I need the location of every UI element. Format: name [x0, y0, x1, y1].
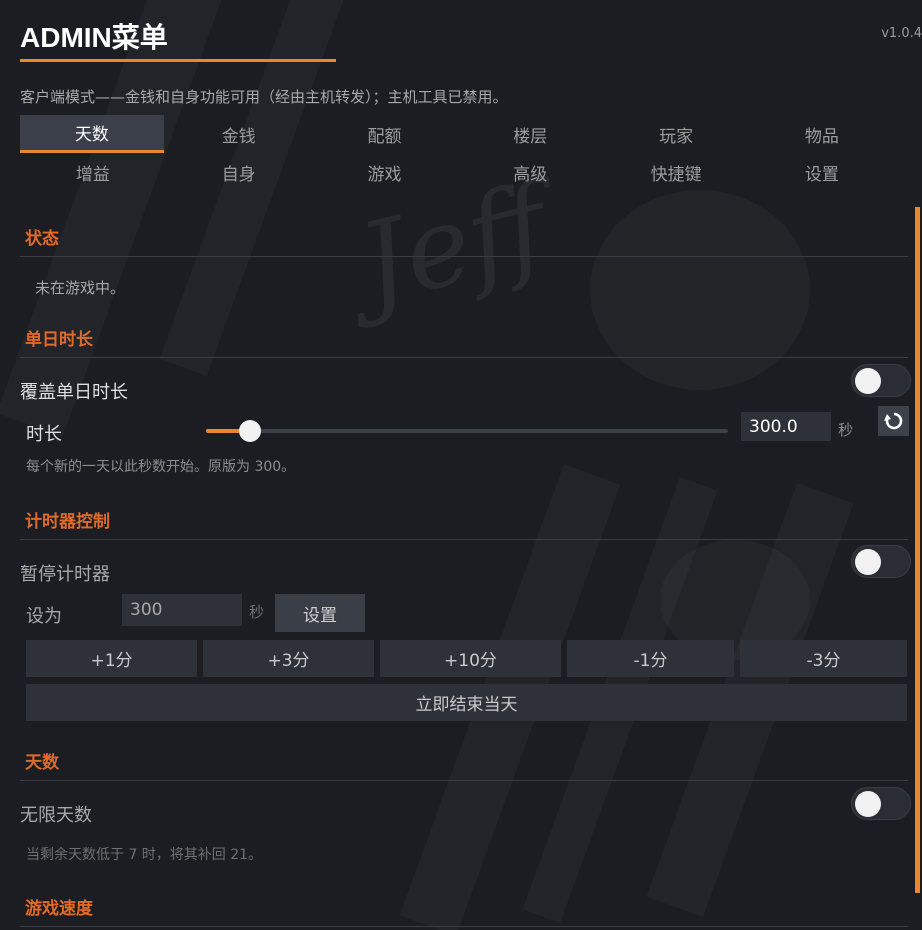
- set-timer-button[interactable]: 设置: [275, 594, 365, 632]
- override-day-length-label: 覆盖单日时长: [20, 382, 128, 403]
- end-day-now-button[interactable]: 立即结束当天: [26, 684, 907, 721]
- refresh-icon: [883, 412, 902, 430]
- divider: [20, 539, 908, 540]
- set-timer-field[interactable]: 300: [122, 594, 242, 626]
- divider: [20, 357, 908, 358]
- tab-game[interactable]: 游戏: [312, 153, 458, 191]
- section-game-speed-heading: 游戏速度: [25, 899, 93, 919]
- tab-self[interactable]: 自身: [166, 153, 312, 191]
- infinite-days-toggle[interactable]: [851, 787, 911, 820]
- tab-buffs[interactable]: 增益: [20, 153, 166, 191]
- duration-label: 时长: [26, 424, 62, 445]
- toggle-knob: [855, 791, 881, 817]
- day-length-hint: 每个新的一天以此秒数开始。原版为 300。: [26, 459, 296, 475]
- add-3-minutes-button[interactable]: +3分: [203, 640, 374, 677]
- duration-slider[interactable]: [206, 420, 728, 442]
- toggle-knob: [855, 549, 881, 575]
- set-timer-label: 设为: [26, 606, 62, 627]
- section-day-length-heading: 单日时长: [25, 330, 93, 350]
- duration-unit: 秒: [838, 421, 854, 439]
- tab-bar: 天数 金钱 配额 楼层 玩家 物品 增益 自身 游戏 高级 快捷键 设置: [20, 115, 895, 191]
- tab-days[interactable]: 天数: [20, 115, 164, 153]
- tab-quota[interactable]: 配额: [312, 115, 458, 153]
- infinite-days-label: 无限天数: [20, 805, 92, 826]
- divider: [20, 256, 908, 257]
- tab-items[interactable]: 物品: [749, 115, 895, 153]
- duration-value-field[interactable]: 300.0: [741, 412, 831, 441]
- tab-settings[interactable]: 设置: [749, 153, 895, 191]
- mode-description: 客户端模式——金钱和自身功能可用（经由主机转发）；主机工具已禁用。: [20, 88, 508, 106]
- reset-duration-button[interactable]: [878, 406, 909, 436]
- override-day-length-toggle[interactable]: [851, 364, 911, 397]
- pause-timer-toggle[interactable]: [851, 545, 911, 578]
- tab-money[interactable]: 金钱: [166, 115, 312, 153]
- scrollbar[interactable]: [915, 207, 920, 893]
- set-timer-unit: 秒: [249, 603, 265, 621]
- status-text: 未在游戏中。: [35, 279, 126, 297]
- app-title: ADMIN菜单: [20, 22, 168, 53]
- section-days-heading: 天数: [25, 753, 59, 773]
- tab-hotkeys[interactable]: 快捷键: [603, 153, 749, 191]
- subtract-1-minute-button[interactable]: -1分: [567, 640, 734, 677]
- title-underline: [20, 59, 336, 62]
- add-1-minute-button[interactable]: +1分: [26, 640, 197, 677]
- add-10-minutes-button[interactable]: +10分: [380, 640, 561, 677]
- divider: [20, 780, 908, 781]
- toggle-knob: [855, 368, 881, 394]
- divider: [20, 926, 908, 927]
- tab-floor[interactable]: 楼层: [457, 115, 603, 153]
- infinite-days-hint: 当剩余天数低于 7 时，将其补回 21。: [26, 847, 263, 863]
- slider-thumb[interactable]: [239, 420, 262, 442]
- section-status-heading: 状态: [25, 229, 59, 249]
- subtract-3-minutes-button[interactable]: -3分: [740, 640, 907, 677]
- section-timer-heading: 计时器控制: [25, 512, 110, 532]
- pause-timer-label: 暂停计时器: [20, 564, 110, 585]
- version-label: v1.0.4: [881, 26, 922, 41]
- tab-advanced[interactable]: 高级: [457, 153, 603, 191]
- tab-players[interactable]: 玩家: [603, 115, 749, 153]
